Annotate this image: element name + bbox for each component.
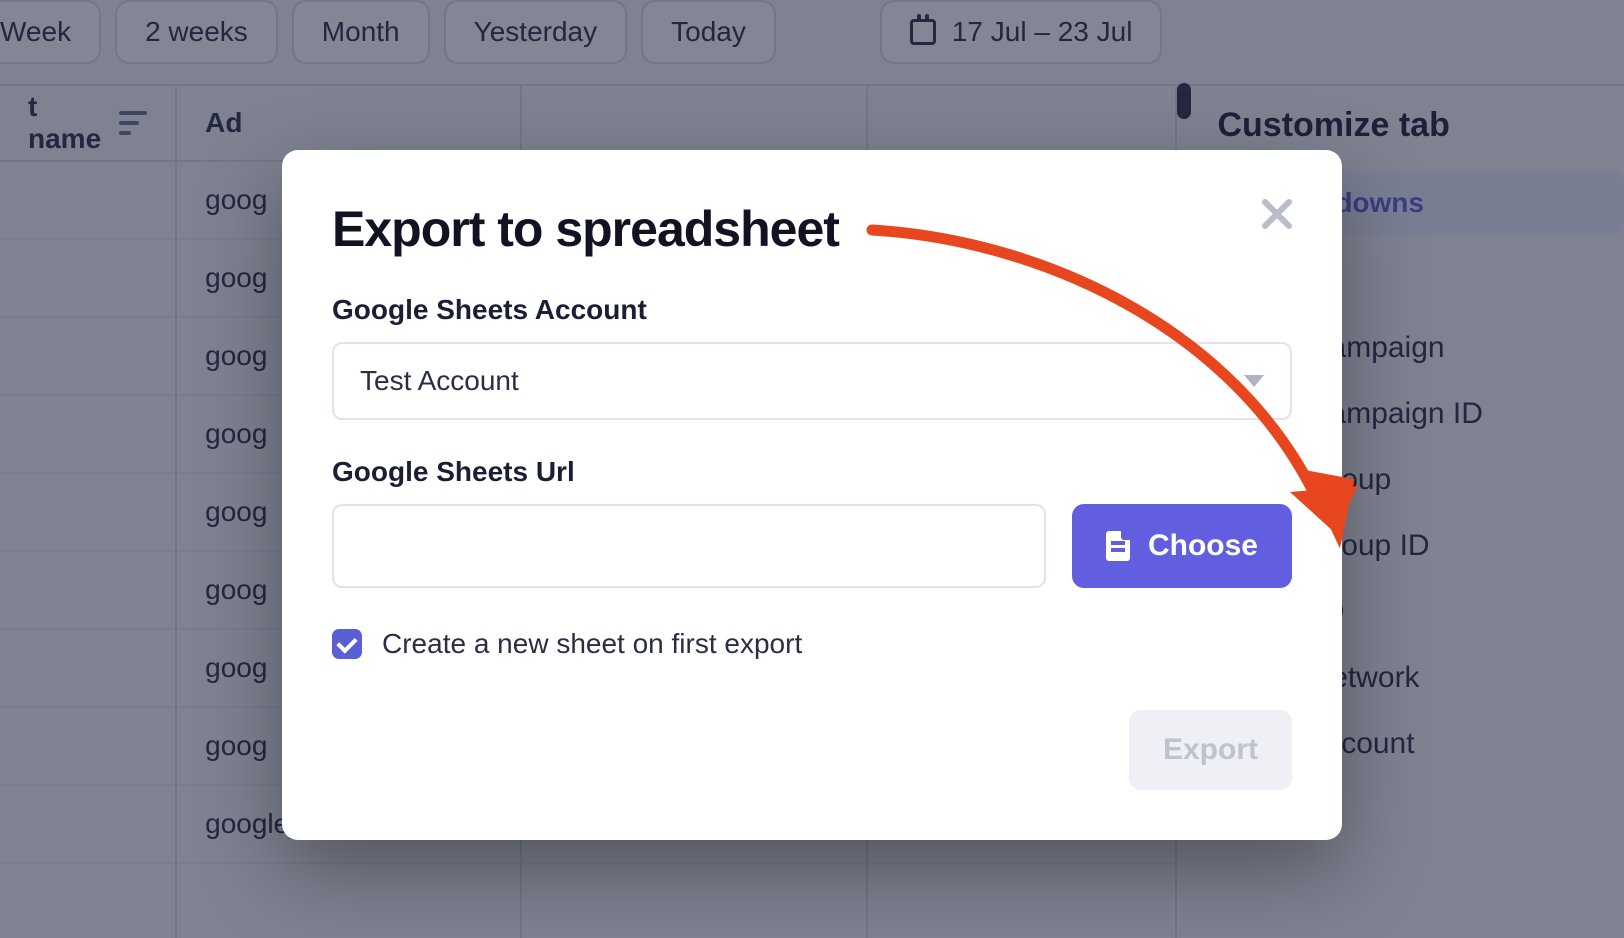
modal-overlay: Export to spreadsheet Google Sheets Acco… (0, 0, 1624, 938)
export-button[interactable]: Export (1129, 710, 1292, 790)
create-sheet-label: Create a new sheet on first export (382, 628, 802, 660)
modal-title: Export to spreadsheet (332, 200, 1292, 258)
account-select[interactable]: Test Account (332, 342, 1292, 420)
url-label: Google Sheets Url (332, 456, 1292, 488)
choose-button-label: Choose (1148, 529, 1258, 563)
document-icon (1106, 531, 1130, 561)
choose-button[interactable]: Choose (1072, 504, 1292, 588)
account-label: Google Sheets Account (332, 294, 1292, 326)
create-sheet-row[interactable]: Create a new sheet on first export (332, 628, 1292, 660)
chevron-down-icon (1244, 375, 1264, 387)
export-modal: Export to spreadsheet Google Sheets Acco… (282, 150, 1342, 840)
account-value: Test Account (360, 365, 519, 397)
close-icon[interactable] (1256, 194, 1296, 234)
create-sheet-checkbox[interactable] (332, 629, 362, 659)
url-input[interactable] (332, 504, 1046, 588)
annotation-arrow-icon (842, 210, 1402, 660)
